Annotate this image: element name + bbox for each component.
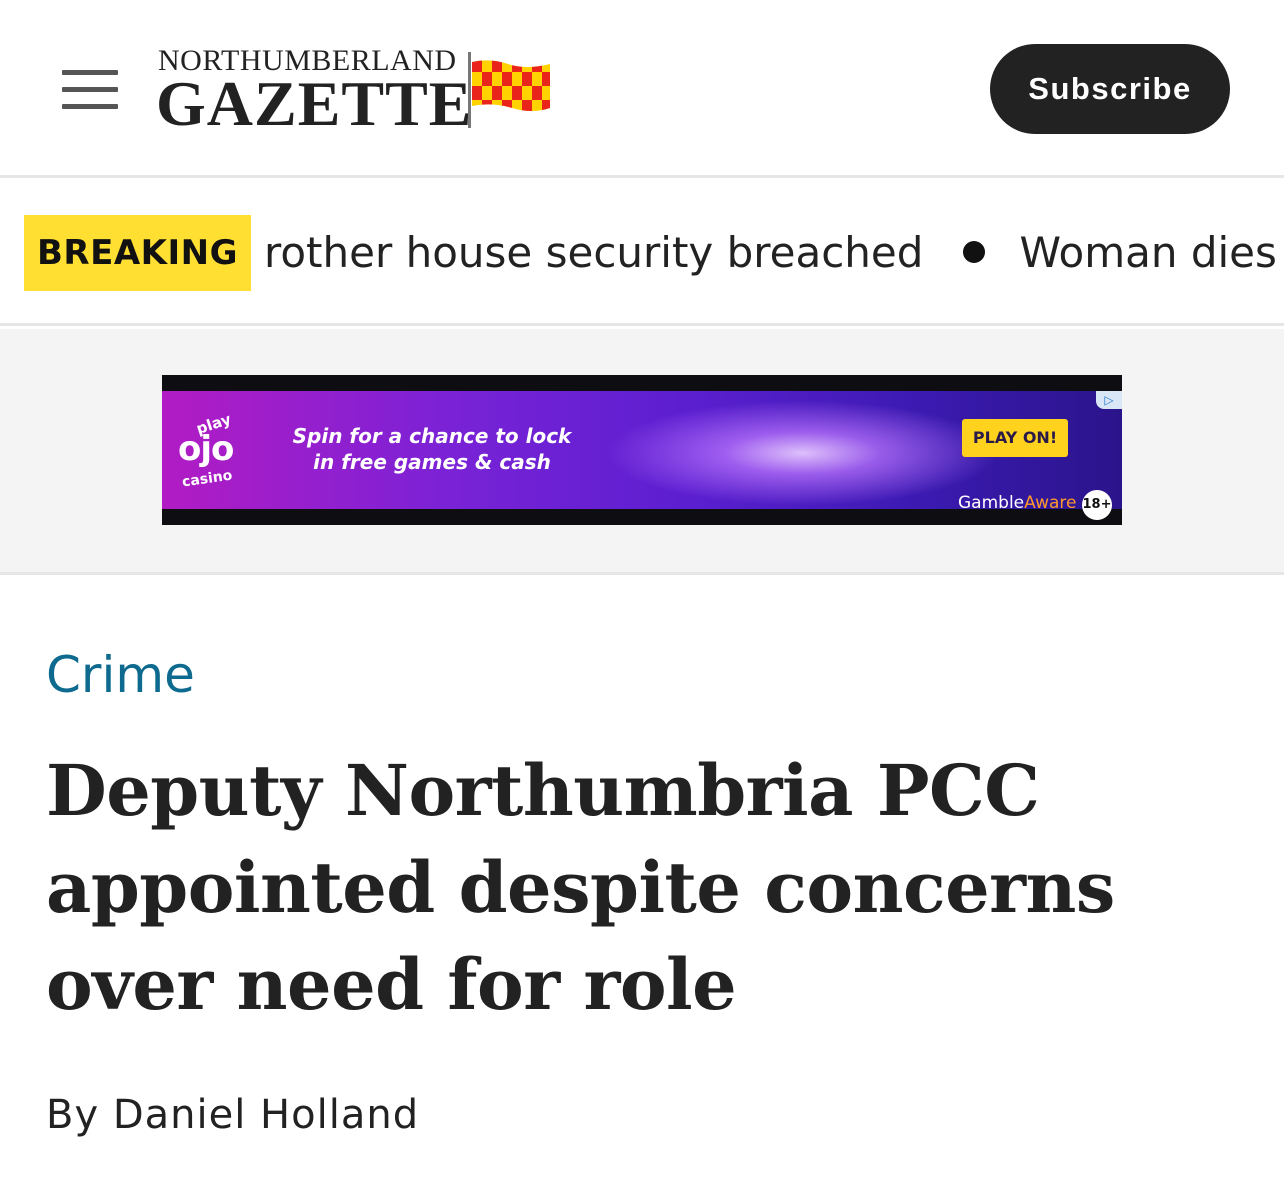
ad-copy-line: Spin for a chance to lock bbox=[292, 424, 572, 448]
ad-brand-logo: play ojo casino bbox=[174, 410, 254, 495]
breaking-badge: BREAKING bbox=[24, 215, 251, 291]
ad-slot: play ojo casino Spin for a chance to loc… bbox=[0, 329, 1284, 575]
ad-brand-name: ojo bbox=[178, 429, 234, 469]
byline-prefix: By bbox=[46, 1092, 100, 1138]
ad-copy: Spin for a chance to lock in free games … bbox=[292, 423, 572, 475]
ad-play-button[interactable]: PLAY ON! bbox=[962, 419, 1068, 457]
breaking-ticker: rother house security breached Woman dies… bbox=[264, 225, 1284, 281]
menu-bar bbox=[62, 104, 118, 109]
author-link[interactable]: Daniel Holland bbox=[113, 1092, 419, 1138]
bullet-separator bbox=[963, 240, 986, 263]
ad-brand-casino: casino bbox=[181, 467, 234, 491]
category-link[interactable]: Crime bbox=[46, 646, 195, 704]
hamburger-menu-icon[interactable] bbox=[62, 70, 118, 112]
aware-word: Aware bbox=[1024, 493, 1077, 513]
gamble-word: Gamble bbox=[958, 493, 1025, 513]
ticker-item[interactable]: rother house security breached bbox=[264, 228, 923, 277]
northumberland-flag-icon bbox=[472, 60, 550, 111]
byline: By Daniel Holland bbox=[46, 1092, 419, 1138]
flag-pole bbox=[468, 52, 471, 128]
site-header: NORTHUMBERLAND GAZETTE Subscribe bbox=[0, 0, 1284, 178]
menu-bar bbox=[62, 70, 118, 75]
gambleaware-logo: GambleAware bbox=[958, 493, 1076, 513]
ad-background: play ojo casino Spin for a chance to loc… bbox=[162, 391, 1122, 520]
adchoices-icon[interactable]: ▷ bbox=[1096, 391, 1122, 409]
article-headline: Deputy Northumbria PCC appointed despite… bbox=[46, 749, 1115, 1026]
site-logo[interactable]: NORTHUMBERLAND GAZETTE bbox=[156, 44, 556, 139]
breaking-news-bar: BREAKING rother house security breached W… bbox=[0, 181, 1284, 326]
advertisement-banner[interactable]: play ojo casino Spin for a chance to loc… bbox=[162, 375, 1122, 525]
menu-bar bbox=[62, 87, 118, 92]
ticker-item[interactable]: Woman dies in bbox=[1019, 228, 1284, 277]
logo-main-line: GAZETTE bbox=[156, 68, 473, 139]
subscribe-button[interactable]: Subscribe bbox=[990, 44, 1230, 134]
ad-copy-line: in free games & cash bbox=[313, 450, 551, 474]
age-restriction-badge: 18+ bbox=[1082, 490, 1112, 520]
